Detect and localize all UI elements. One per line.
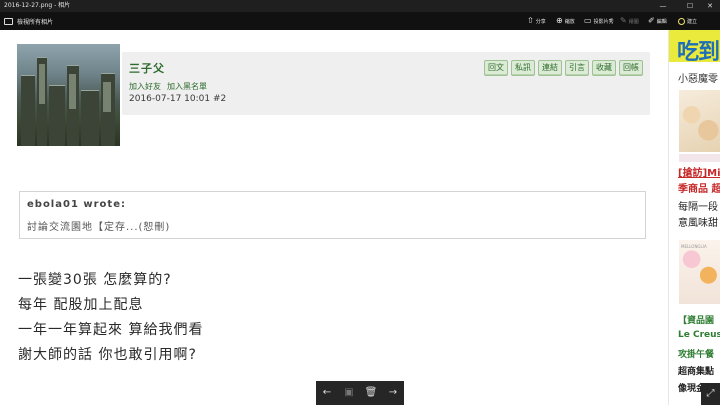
zoom-button[interactable]: ⊕ 縮放 <box>556 15 575 27</box>
ad-image-caption: MELLONGLIA <box>681 244 707 249</box>
delete-icon[interactable]: 🗑 <box>360 381 382 405</box>
ad-title: 小惡魔零 <box>678 74 718 85</box>
ad-text: 意風味甜 <box>678 218 718 229</box>
post-actions: 回文 私訊 連結 引言 收藏 回帳 <box>484 60 643 76</box>
share-button[interactable]: ⇧ 分享 <box>527 15 546 27</box>
photo-toolbar: 檢視所有相片 ⇧ 分享 ⊕ 縮放 ▭ 投影片秀 ✎ 繪圖 ✐ 編輯 建立 <box>0 12 720 30</box>
create-label: 建立 <box>687 18 698 25</box>
avatar[interactable] <box>17 44 120 146</box>
ad-sidebar[interactable]: 吃到 小惡魔零 [搶訪]Mi 季商品 超 每隔一段 意風味甜 MELLONGLI… <box>668 30 720 405</box>
draw-icon: ✎ <box>620 16 627 25</box>
ad-link[interactable]: 【資品園 <box>678 313 714 326</box>
slideshow-label: 投影片秀 <box>593 18 614 25</box>
quote-text: 討論交流園地【定存...(恕刪) <box>27 222 171 233</box>
expand-icon[interactable]: ⤢ <box>701 383 720 405</box>
add-friend-link[interactable]: 加入好友 <box>129 82 161 91</box>
post-line: 每年 配股加上配息 <box>18 297 144 313</box>
forum-post-page: 三子父 加入好友 加入黑名單 2016-07-17 10:01 #2 回文 私訊 … <box>0 30 668 405</box>
ad-text: 每隔一段 <box>678 202 718 213</box>
title-bar: 2016-12-27.png - 相片 — ☐ ✕ <box>0 0 720 12</box>
photos-icon <box>4 17 13 25</box>
post-meta: 2016-07-17 10:01 #2 <box>129 94 226 104</box>
quote-author: ebola01 wrote: <box>27 199 126 210</box>
ad-link[interactable]: 季商品 超 <box>678 180 720 195</box>
ad-link[interactable]: [搶訪]Mi <box>678 164 720 179</box>
maximize-button[interactable]: ☐ <box>680 0 700 12</box>
save-icon[interactable]: ▣ <box>338 381 360 405</box>
next-arrow-icon[interactable]: → <box>382 381 404 405</box>
ad-text: 超商集點 <box>678 367 715 377</box>
draw-label: 繪圖 <box>628 18 639 25</box>
reply-button[interactable]: 回文 <box>484 60 508 76</box>
ad-banner-text: 吃到 <box>677 40 720 65</box>
ad-link[interactable]: 攻掛午餐 <box>678 347 714 360</box>
share-label: 分享 <box>535 18 546 25</box>
post-body: 一張變30張 怎麼算的? 每年 配股加上配息 一年一年算起來 算給我們看 謝大師… <box>18 268 203 368</box>
edit-icon: ✐ <box>648 16 655 25</box>
reply-account-button[interactable]: 回帳 <box>619 60 643 76</box>
post-line: 謝大師的話 你也敢引用啊? <box>18 347 197 363</box>
favorite-button[interactable]: 收藏 <box>592 60 616 76</box>
post-timestamp: 2016-07-17 10:01 <box>129 94 211 104</box>
post-line: 一年一年算起來 算給我們看 <box>18 322 204 338</box>
private-message-button[interactable]: 私訊 <box>511 60 535 76</box>
photo-nav-bar: ← ▣ 🗑 → <box>316 381 404 405</box>
username-link[interactable]: 三子父 <box>129 60 165 76</box>
share-icon: ⇧ <box>527 16 534 25</box>
edit-label: 編輯 <box>656 18 667 25</box>
minimize-button[interactable]: — <box>653 0 673 12</box>
ad-divider <box>679 154 720 162</box>
ad-image-cookies[interactable] <box>679 90 720 152</box>
ad-image-macarons[interactable]: MELLONGLIA <box>679 240 720 304</box>
quote-button[interactable]: 引言 <box>565 60 589 76</box>
user-info-box: 三子父 加入好友 加入黑名單 2016-07-17 10:01 #2 回文 私訊 … <box>122 52 650 115</box>
create-icon <box>678 17 685 25</box>
view-all-photos-button[interactable]: 檢視所有相片 <box>4 15 53 27</box>
zoom-label: 縮放 <box>564 18 575 25</box>
window-title: 2016-12-27.png - 相片 <box>4 2 71 9</box>
close-button[interactable]: ✕ <box>700 0 720 12</box>
zoom-icon: ⊕ <box>556 16 563 25</box>
user-links: 加入好友 加入黑名單 <box>129 81 213 92</box>
draw-button[interactable]: ✎ 繪圖 <box>620 15 639 27</box>
create-button[interactable]: 建立 <box>678 15 697 27</box>
edit-button[interactable]: ✐ 編輯 <box>648 15 667 27</box>
slideshow-button[interactable]: ▭ 投影片秀 <box>584 15 614 27</box>
ad-banner[interactable]: 吃到 <box>669 30 720 65</box>
post-line: 一張變30張 怎麼算的? <box>18 272 172 288</box>
slideshow-icon: ▭ <box>584 16 592 25</box>
view-all-photos-label: 檢視所有相片 <box>17 18 54 26</box>
link-button[interactable]: 連結 <box>538 60 562 76</box>
quote-block: ebola01 wrote: 討論交流園地【定存...(恕刪) <box>19 191 646 239</box>
ad-link[interactable]: Le Creus <box>678 330 720 340</box>
previous-arrow-icon[interactable]: ← <box>316 381 338 405</box>
add-blacklist-link[interactable]: 加入黑名單 <box>167 82 207 91</box>
post-floor: #2 <box>212 94 227 104</box>
